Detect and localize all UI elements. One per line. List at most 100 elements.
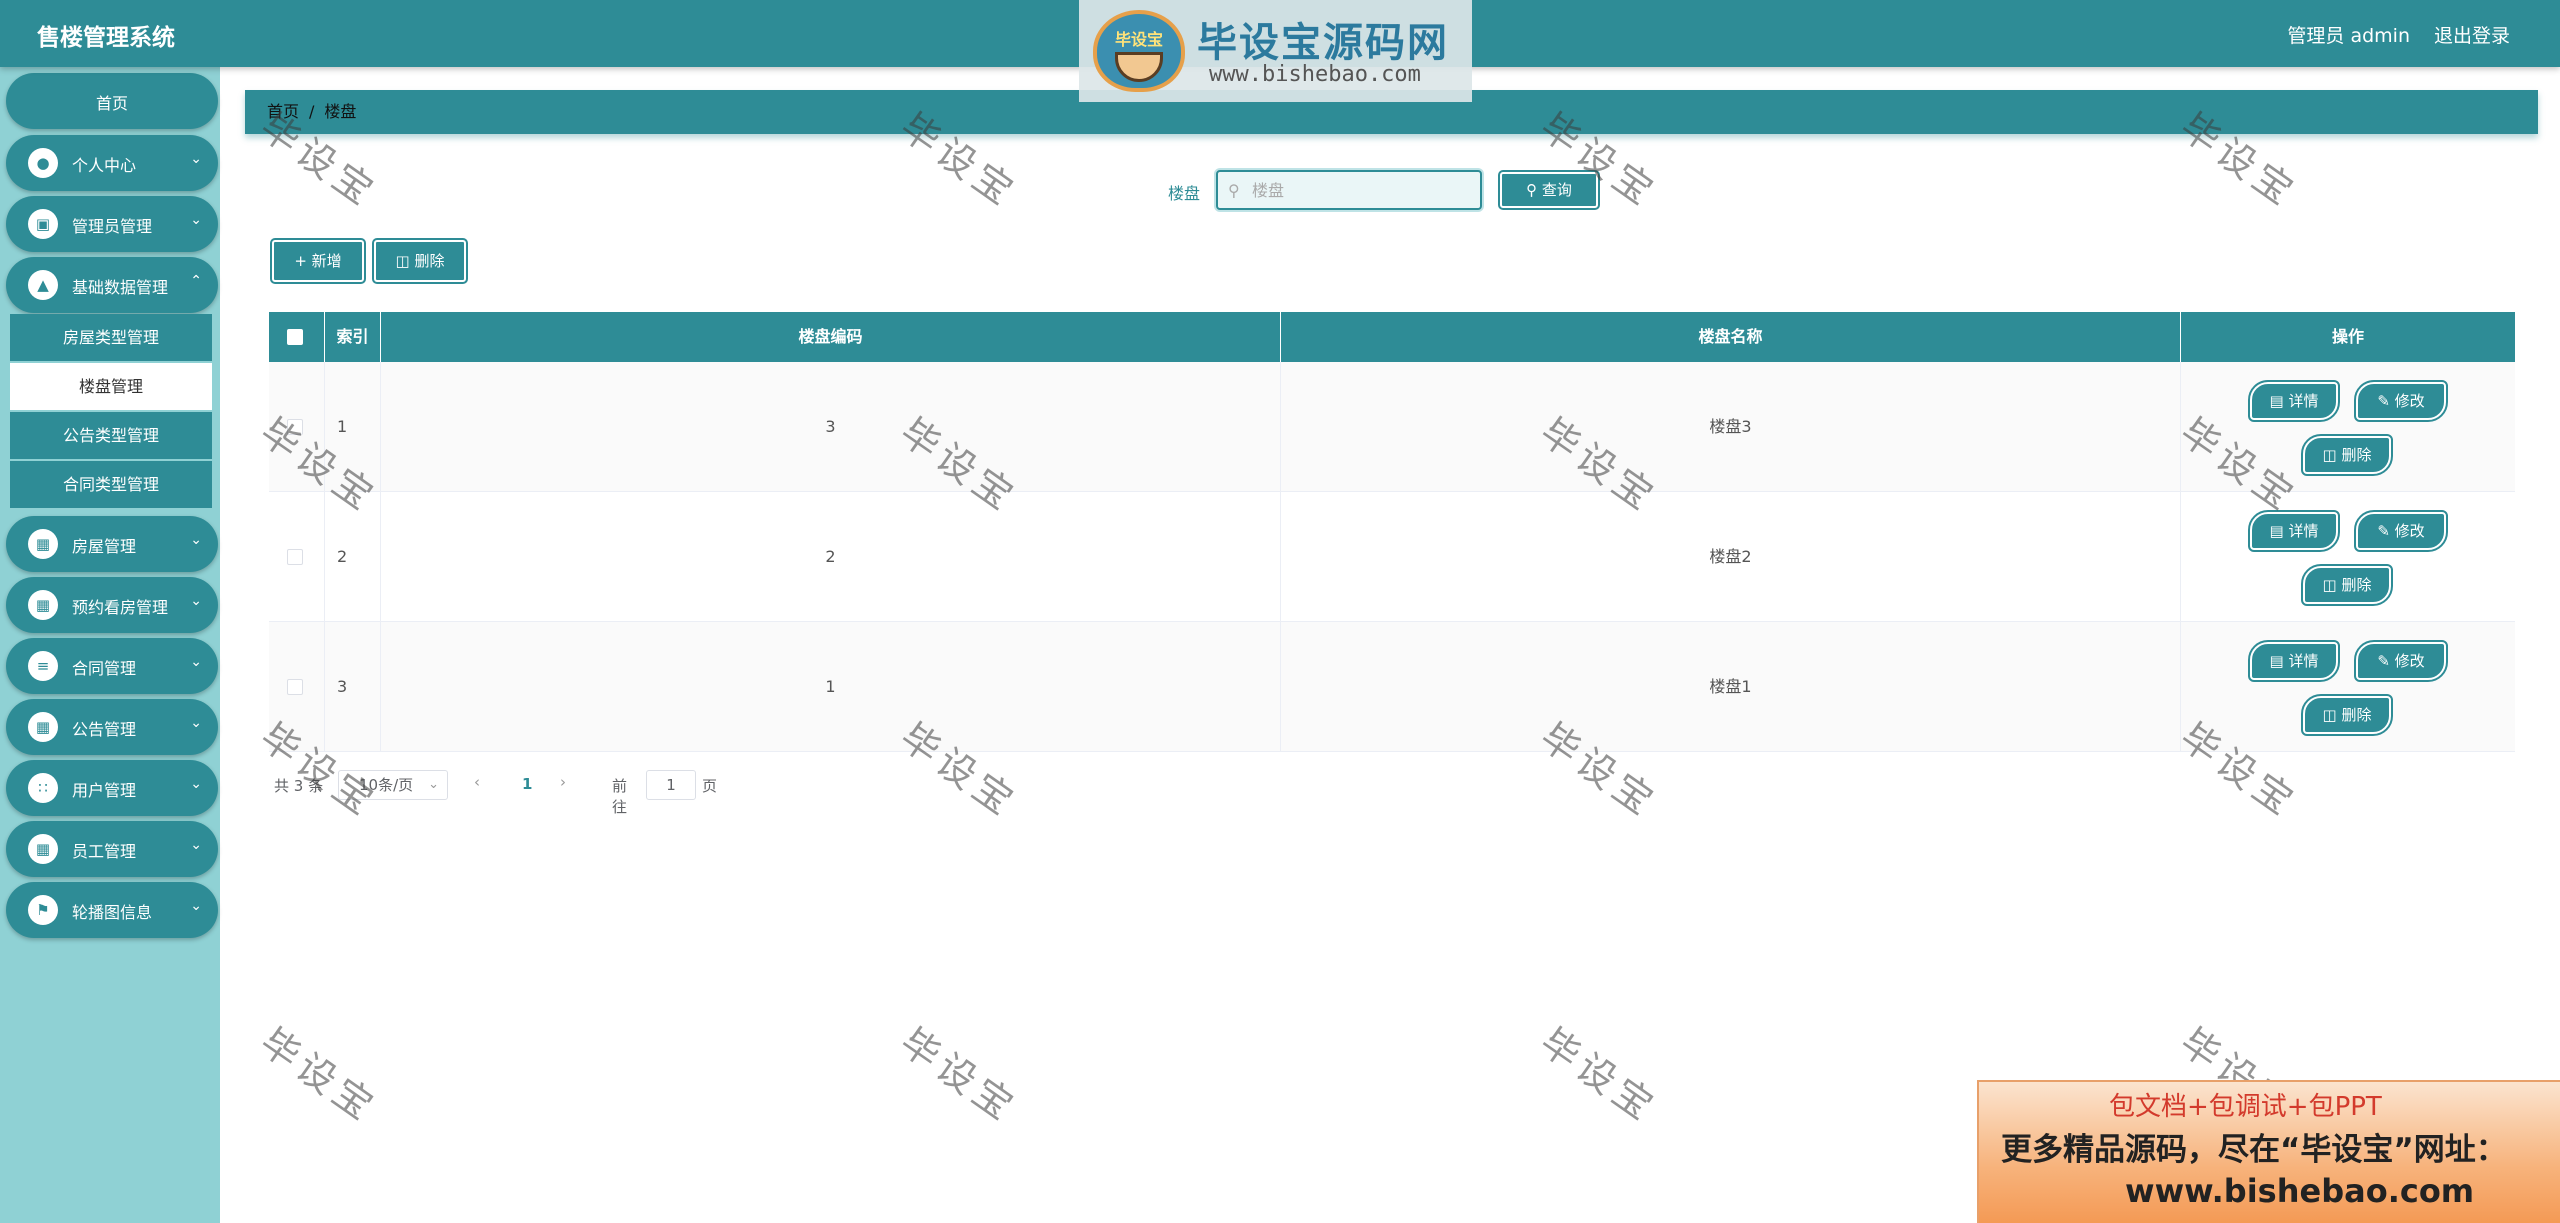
watermark-text: 毕设宝: [1532, 1019, 1666, 1132]
promo-banner: 包文档+包调试+包PPT 更多精品源码，尽在“毕设宝”网址： www.bishe…: [1977, 1080, 2560, 1223]
table-header: 索引 楼盘编码 楼盘名称 操作: [269, 312, 2515, 362]
chevron-down-icon: ⌄: [190, 715, 202, 731]
sidebar-item-admin-management[interactable]: ▣ 管理员管理 ⌄: [6, 196, 218, 252]
promo-line-1: 包文档+包调试+包PPT: [2109, 1092, 2382, 1122]
sidebar-item-staff[interactable]: ▦ 员工管理 ⌄: [6, 821, 218, 877]
apps-icon: ∷: [28, 773, 58, 803]
sidebar-item-label: 员工管理: [72, 842, 137, 861]
thumb-icon: ▲: [28, 270, 58, 300]
sidebar-item-label: 管理员管理: [72, 217, 153, 236]
logout-link[interactable]: 退出登录: [2434, 21, 2510, 48]
chevron-down-icon: ⌄: [428, 777, 439, 792]
cell-name: 楼盘2: [1281, 492, 2181, 622]
search-icon: ⚲: [1526, 181, 1542, 199]
edit-button[interactable]: ✎ 修改: [2354, 640, 2448, 682]
grid-icon: ▦: [28, 834, 58, 864]
breadcrumb-separator: /: [309, 102, 315, 121]
logo-badge-text: 毕设宝: [1114, 30, 1163, 49]
user-icon: ●: [28, 148, 58, 178]
submenu-notice-type[interactable]: 公告类型管理: [10, 412, 212, 459]
trash-icon: ◫: [2322, 576, 2342, 594]
sidebar-item-carousel[interactable]: ⚑ 轮播图信息 ⌄: [6, 882, 218, 938]
delete-row-button[interactable]: ◫ 删除: [2301, 694, 2393, 736]
search-input[interactable]: [1252, 178, 1472, 202]
trash-icon: ◫: [2322, 446, 2342, 464]
search-field[interactable]: ⚲: [1216, 170, 1482, 210]
prev-page-button[interactable]: ‹: [474, 773, 480, 791]
sidebar-item-label: 用户管理: [72, 781, 137, 800]
document-icon: ▤: [2269, 392, 2289, 410]
delete-row-button[interactable]: ◫ 删除: [2301, 564, 2393, 606]
sidebar-item-home[interactable]: 首页: [6, 73, 218, 129]
chevron-down-icon: ⌄: [190, 776, 202, 792]
breadcrumb-home[interactable]: 首页: [267, 102, 299, 121]
edit-button[interactable]: ✎ 修改: [2354, 380, 2448, 422]
grid-icon: ▦: [28, 712, 58, 742]
select-all-checkbox[interactable]: [287, 329, 303, 345]
app-title: 售楼管理系统: [37, 25, 175, 51]
sidebar: 首页 ● 个人中心 ⌄ ▣ 管理员管理 ⌄ ▲ 基础数据管理 ⌃ 房屋类型管理 …: [0, 67, 220, 1223]
pencil-icon: ✎: [2377, 652, 2395, 670]
logo-url: www.bishebao.com: [1209, 62, 1421, 87]
sidebar-item-houses[interactable]: ▦ 房屋管理 ⌄: [6, 516, 218, 572]
chevron-down-icon: ⌄: [190, 151, 202, 167]
site-logo-watermark: 毕设宝 毕设宝源码网 www.bishebao.com: [1079, 0, 1472, 102]
row-checkbox[interactable]: [287, 549, 303, 565]
submenu-building[interactable]: 楼盘管理: [10, 363, 212, 410]
detail-button[interactable]: ▤ 详情: [2248, 640, 2340, 682]
goto-label: 前往: [612, 777, 628, 816]
trash-icon: ◫: [395, 252, 415, 270]
sidebar-item-label: 合同管理: [72, 659, 137, 678]
page-size-value: 10条/页: [359, 776, 414, 794]
mascot-logo-icon: 毕设宝: [1093, 10, 1185, 92]
sidebar-item-label: 房屋管理: [72, 537, 137, 556]
chevron-down-icon: ⌄: [190, 654, 202, 670]
page-size-select[interactable]: 10条/页 ⌄: [338, 770, 448, 800]
chevron-up-icon: ⌃: [190, 273, 202, 289]
search-button[interactable]: ⚲ 查询: [1498, 170, 1600, 210]
chevron-down-icon: ⌄: [190, 837, 202, 853]
search-label: 楼盘: [1168, 184, 1201, 203]
row-checkbox[interactable]: [287, 679, 303, 695]
clipboard-icon: ▣: [28, 209, 58, 239]
page-unit-label: 页: [702, 777, 718, 795]
cell-code: 1: [381, 622, 1281, 752]
plus-icon: +: [294, 252, 312, 270]
sidebar-item-basic-data[interactable]: ▲ 基础数据管理 ⌃: [6, 257, 218, 313]
pagination-total: 共 3 条: [274, 777, 324, 795]
flag-icon: ⚑: [28, 895, 58, 925]
edit-button[interactable]: ✎ 修改: [2354, 510, 2448, 552]
cell-index: 1: [325, 362, 381, 492]
sidebar-item-label: 首页: [95, 94, 128, 113]
sidebar-item-users[interactable]: ∷ 用户管理 ⌄: [6, 760, 218, 816]
delete-button-label: 删除: [414, 252, 445, 270]
add-button[interactable]: + 新增: [270, 238, 366, 284]
chevron-down-icon: ⌄: [190, 898, 202, 914]
pencil-icon: ✎: [2377, 392, 2395, 410]
sidebar-item-label: 公告管理: [72, 720, 137, 739]
sidebar-item-notices[interactable]: ▦ 公告管理 ⌄: [6, 699, 218, 755]
column-header-actions: 操作: [2331, 327, 2364, 346]
cell-code: 3: [381, 362, 1281, 492]
goto-page-input[interactable]: 1: [646, 770, 696, 800]
next-page-button[interactable]: ›: [560, 773, 566, 791]
batch-delete-button[interactable]: ◫ 删除: [372, 238, 468, 284]
cell-name: 楼盘3: [1281, 362, 2181, 492]
table-row: 1 3 楼盘3 ▤ 详情 ✎ 修改 ◫ 删除: [269, 362, 2515, 492]
submenu-contract-type[interactable]: 合同类型管理: [10, 461, 212, 508]
page-number-current[interactable]: 1: [522, 775, 532, 793]
sidebar-item-viewing-booking[interactable]: ▦ 预约看房管理 ⌄: [6, 577, 218, 633]
sidebar-item-label: 轮播图信息: [72, 903, 153, 922]
cell-index: 2: [325, 492, 381, 622]
sidebar-item-personal-center[interactable]: ● 个人中心 ⌄: [6, 135, 218, 191]
promo-line-2: 更多精品源码，尽在“毕设宝”网址：: [2001, 1132, 2507, 1168]
row-checkbox[interactable]: [287, 419, 303, 435]
sidebar-item-contracts[interactable]: ≡ 合同管理 ⌄: [6, 638, 218, 694]
detail-button[interactable]: ▤ 详情: [2248, 510, 2340, 552]
trash-icon: ◫: [2322, 706, 2342, 724]
grid-icon: ▦: [28, 529, 58, 559]
promo-url: www.bishebao.com: [2125, 1172, 2475, 1210]
detail-button[interactable]: ▤ 详情: [2248, 380, 2340, 422]
delete-row-button[interactable]: ◫ 删除: [2301, 434, 2393, 476]
submenu-house-type[interactable]: 房屋类型管理: [10, 314, 212, 361]
